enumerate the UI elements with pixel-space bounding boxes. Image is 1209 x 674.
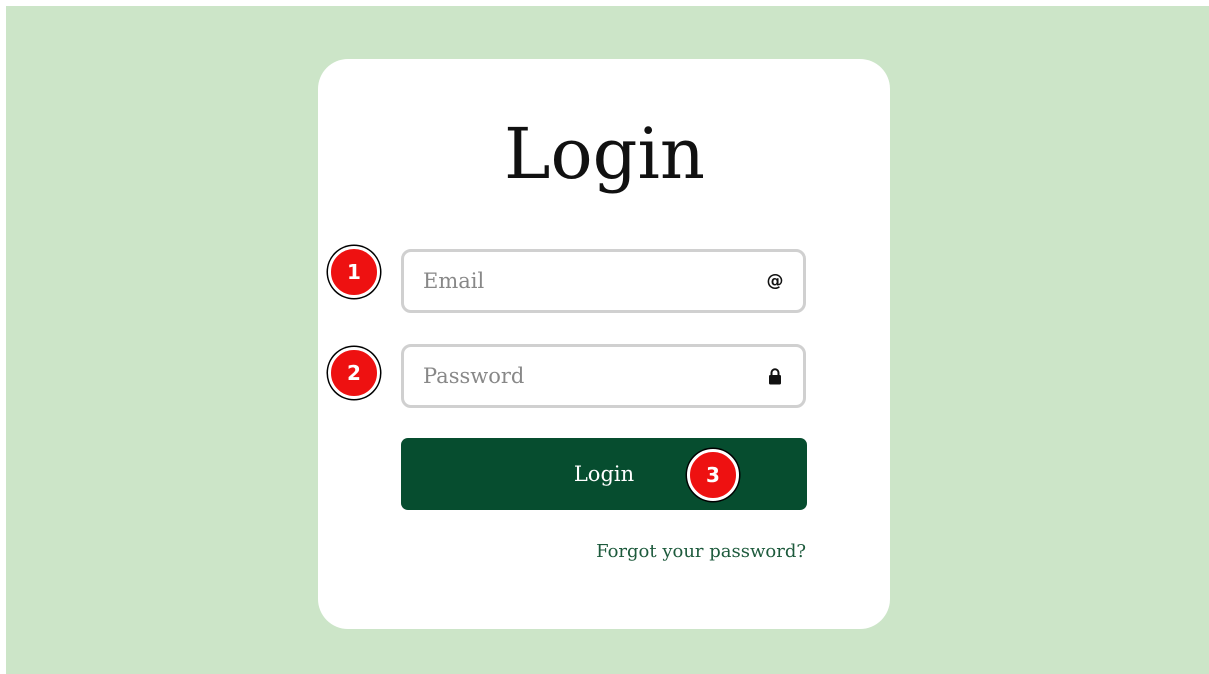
annotation-marker-label: 2 (347, 361, 361, 385)
annotation-marker-label: 1 (347, 260, 361, 284)
page-title: Login (504, 113, 705, 195)
password-field-container (401, 344, 806, 408)
at-icon: @ (766, 271, 784, 291)
annotation-marker-2: 2 (328, 347, 380, 399)
annotation-marker-1: 1 (328, 246, 380, 298)
annotation-marker-3: 3 (687, 449, 739, 501)
login-button[interactable]: Login (401, 438, 807, 510)
email-field[interactable] (404, 252, 803, 310)
email-field-container: @ (401, 249, 806, 313)
forgot-password-link[interactable]: Forgot your password? (596, 541, 806, 562)
annotation-marker-label: 3 (706, 463, 720, 487)
password-field[interactable] (404, 347, 803, 405)
lock-icon (766, 367, 784, 385)
